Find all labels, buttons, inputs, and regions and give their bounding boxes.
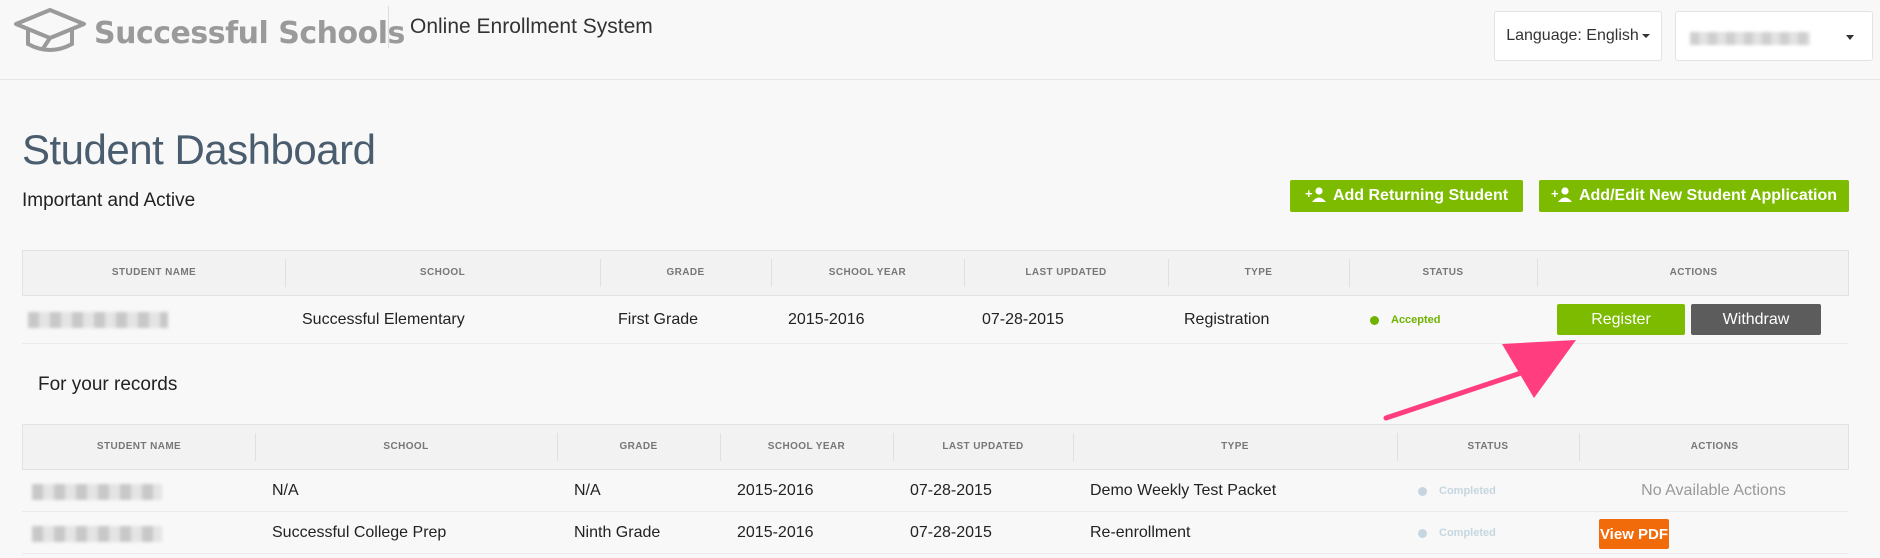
- school-cell: N/A: [272, 482, 299, 499]
- user-menu[interactable]: [1675, 11, 1873, 61]
- grade-cell: Ninth Grade: [574, 524, 661, 541]
- page-title: Student Dashboard: [22, 126, 376, 173]
- column-header-school[interactable]: School: [255, 425, 557, 469]
- add-user-icon: +: [1551, 186, 1573, 207]
- column-header-status[interactable]: Status: [1349, 251, 1537, 295]
- language-selector[interactable]: Language: English: [1494, 11, 1662, 61]
- grade-cell: First Grade: [618, 311, 699, 328]
- column-header-actions: Actions: [1690, 441, 1739, 452]
- annotation-arrow-icon: [1383, 340, 1576, 421]
- active-section-title: Important and Active: [22, 190, 196, 211]
- column-header-last-updated[interactable]: Last Updated: [964, 251, 1168, 295]
- records-table: Student Name School Grade School Year La…: [22, 424, 1849, 554]
- type-cell: Re-enrollment: [1090, 524, 1191, 541]
- status-text: Completed: [1439, 485, 1496, 497]
- school-year-cell: 2015-2016: [737, 524, 814, 541]
- column-header-actions: Actions: [1669, 267, 1718, 278]
- table-row: N/A N/A 2015-2016 07-28-2015 Demo Weekly…: [22, 470, 1849, 512]
- student-name-redacted[interactable]: [32, 484, 162, 500]
- no-available-actions-text: No Available Actions: [1641, 482, 1786, 499]
- user-name-redacted: [1690, 32, 1810, 45]
- withdraw-button[interactable]: Withdraw: [1691, 304, 1821, 335]
- svg-text:+: +: [1551, 186, 1559, 201]
- add-returning-student-button[interactable]: + Add Returning Student: [1290, 180, 1523, 212]
- header-divider: [388, 6, 389, 48]
- school-year-cell: 2015-2016: [737, 482, 814, 499]
- table-header: Student Name School Grade School Year La…: [22, 250, 1849, 296]
- records-section-title: For your records: [38, 374, 178, 395]
- graduation-cap-icon: [12, 6, 88, 61]
- app-title: Online Enrollment System: [410, 15, 653, 38]
- add-returning-student-label: Add Returning Student: [1332, 187, 1509, 204]
- school-cell: Successful Elementary: [302, 311, 465, 328]
- last-updated-cell: 07-28-2015: [982, 311, 1064, 328]
- column-header-type[interactable]: Type: [1168, 251, 1349, 295]
- add-new-student-application-label: Add/Edit New Student Application: [1578, 187, 1838, 204]
- column-header-type[interactable]: Type: [1073, 425, 1397, 469]
- status-badge: Completed: [1418, 470, 1496, 512]
- status-text: Completed: [1439, 527, 1496, 539]
- column-header-student-name[interactable]: Student Name: [23, 251, 285, 295]
- table-row: Successful College Prep Ninth Grade 2015…: [22, 512, 1849, 554]
- top-header: Successful Schools Online Enrollment Sys…: [0, 0, 1880, 80]
- chevron-down-icon: [1846, 35, 1854, 40]
- column-header-grade[interactable]: Grade: [557, 425, 720, 469]
- language-label: Language:: [1506, 27, 1582, 44]
- student-name-redacted[interactable]: [28, 312, 168, 328]
- view-pdf-button[interactable]: View PDF: [1599, 519, 1669, 549]
- column-header-last-updated[interactable]: Last Updated: [893, 425, 1073, 469]
- svg-text:+: +: [1305, 186, 1313, 201]
- column-header-school-year[interactable]: School Year: [720, 425, 893, 469]
- logo-text: Successful Schools: [94, 16, 405, 51]
- status-dot-icon: [1370, 315, 1379, 325]
- column-header-school-year[interactable]: School Year: [771, 251, 964, 295]
- column-header-school[interactable]: School: [285, 251, 600, 295]
- school-cell: Successful College Prep: [272, 524, 447, 541]
- logo[interactable]: Successful Schools: [12, 6, 405, 61]
- table-header: Student Name School Grade School Year La…: [22, 424, 1849, 470]
- column-header-status[interactable]: Status: [1397, 425, 1579, 469]
- last-updated-cell: 07-28-2015: [910, 524, 992, 541]
- student-name-redacted[interactable]: [32, 526, 162, 542]
- add-user-icon: +: [1305, 186, 1327, 207]
- language-value: English: [1586, 27, 1639, 44]
- chevron-down-icon: [1641, 34, 1650, 38]
- type-cell: Registration: [1184, 311, 1270, 328]
- last-updated-cell: 07-28-2015: [910, 482, 992, 499]
- column-header-student-name[interactable]: Student Name: [23, 425, 255, 469]
- column-header-grade[interactable]: Grade: [600, 251, 771, 295]
- add-new-student-application-button[interactable]: + Add/Edit New Student Application: [1539, 180, 1849, 212]
- status-dot-icon: [1418, 528, 1427, 538]
- status-dot-icon: [1418, 486, 1427, 496]
- status-badge: Completed: [1418, 512, 1496, 554]
- grade-cell: N/A: [574, 482, 601, 499]
- type-cell: Demo Weekly Test Packet: [1090, 482, 1277, 499]
- school-year-cell: 2015-2016: [788, 311, 865, 328]
